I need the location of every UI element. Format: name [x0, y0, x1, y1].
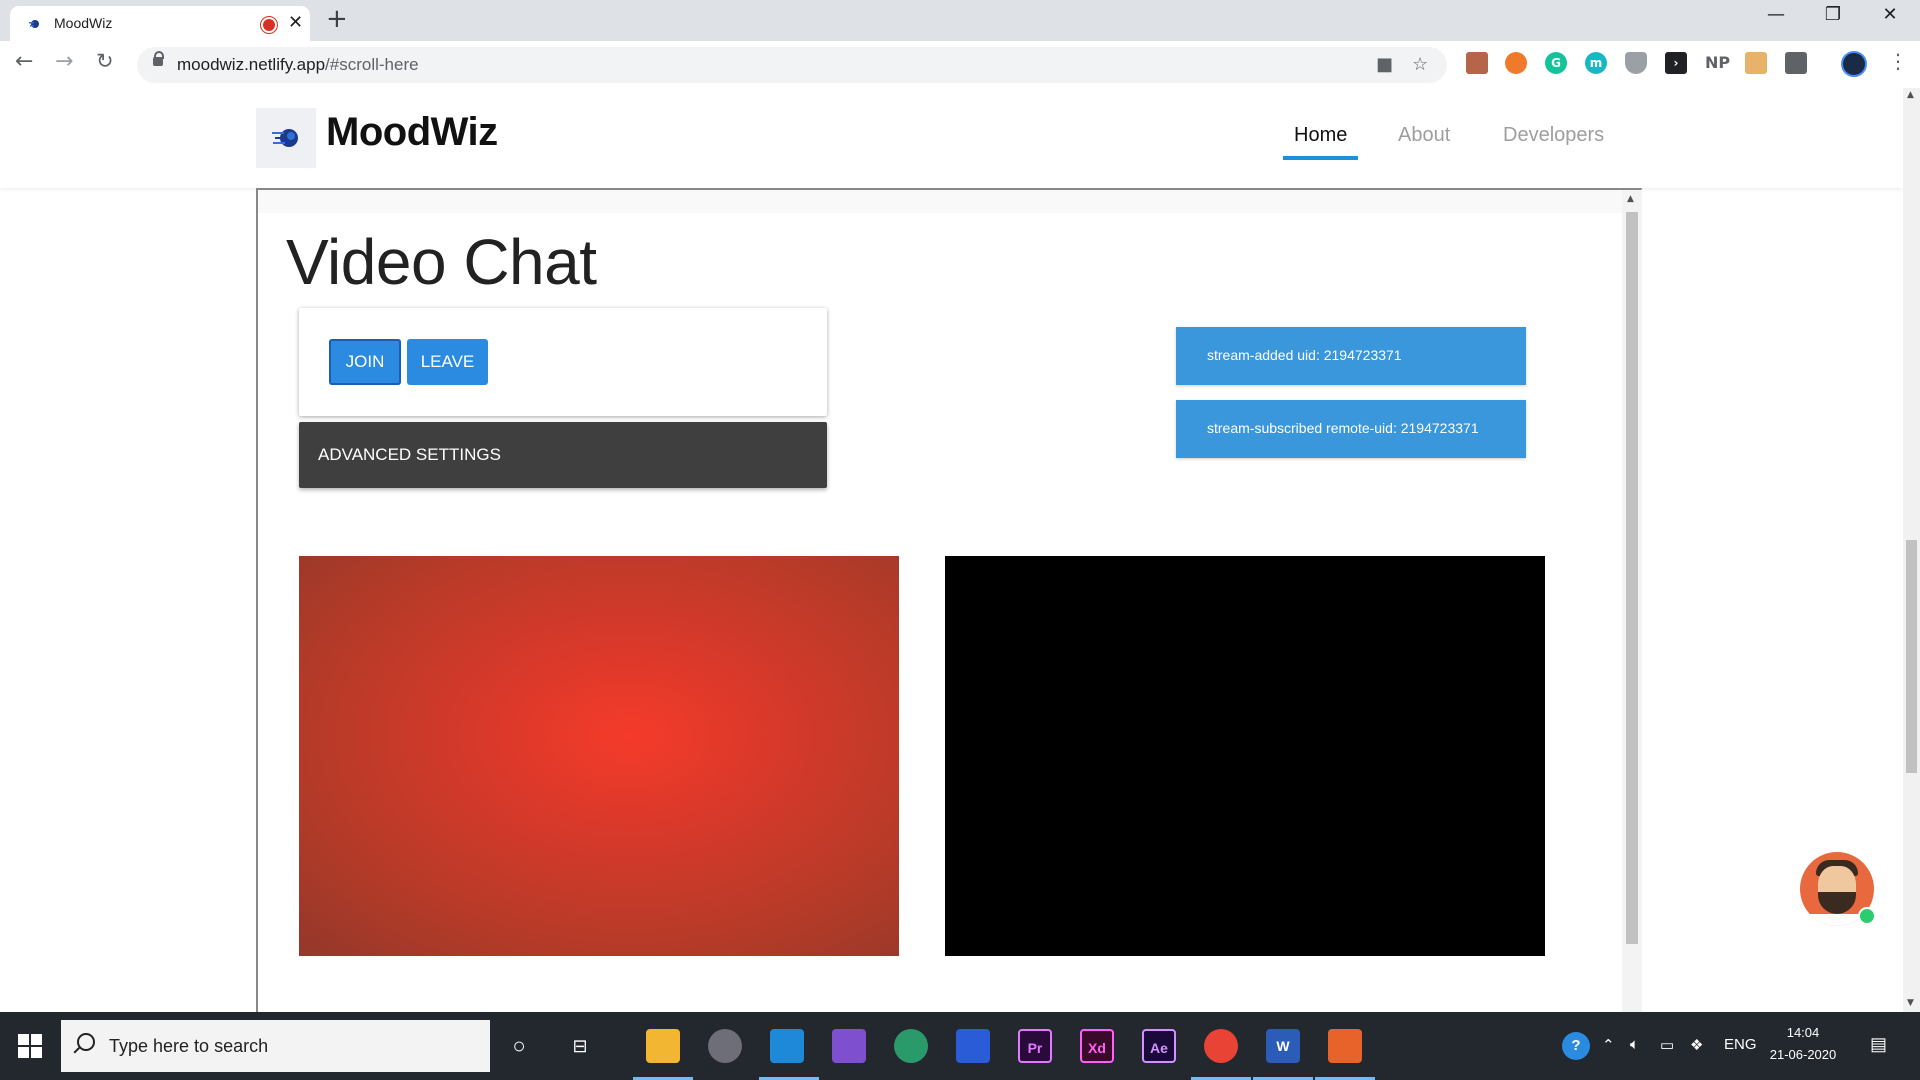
reload-icon[interactable]: ↻: [96, 49, 114, 73]
nav-home[interactable]: Home: [1294, 124, 1347, 147]
controls-card: JOIN LEAVE: [299, 308, 827, 416]
close-window-button[interactable]: ✕: [1860, 4, 1920, 25]
remote-video-stream: [945, 556, 1545, 956]
grammarly-icon[interactable]: G: [1545, 52, 1567, 74]
clock-time: 14:04: [1786, 1025, 1820, 1040]
url-path: /#scroll-here: [325, 55, 419, 74]
forward-icon[interactable]: →: [55, 49, 73, 74]
battery-icon[interactable]: ▭: [1660, 1036, 1674, 1054]
search-placeholder: Type here to search: [109, 1036, 269, 1056]
address-bar[interactable]: moodwiz.netlify.app/#scroll-here ■ ☆: [137, 47, 1447, 83]
browser-tab-bar: MoodWiz ✕ + — ❐ ✕: [0, 0, 1920, 41]
new-tab-icon[interactable]: +: [326, 4, 348, 34]
pdf-extension-icon[interactable]: [1466, 52, 1488, 74]
page-scrollbar[interactable]: ▲ ▼: [1903, 88, 1920, 1012]
word-icon[interactable]: W: [1266, 1029, 1300, 1063]
brand-name[interactable]: MoodWiz: [326, 110, 498, 155]
moodwiz-favicon-icon: [29, 20, 39, 28]
restore-button[interactable]: ❐: [1803, 4, 1863, 25]
join-button[interactable]: JOIN: [329, 339, 401, 385]
language-indicator[interactable]: ENG: [1724, 1036, 1757, 1053]
shield-icon[interactable]: [1625, 52, 1647, 74]
github-desktop-icon[interactable]: [708, 1029, 742, 1063]
page-scrollbar-thumb[interactable]: [1906, 540, 1917, 773]
extension-orange-icon[interactable]: [1505, 52, 1527, 74]
advanced-settings-label: ADVANCED SETTINGS: [318, 445, 501, 464]
browser-tab[interactable]: MoodWiz ✕: [10, 6, 310, 41]
tab-close-icon[interactable]: ✕: [288, 12, 303, 33]
taskbar-search-box[interactable]: Type here to search: [61, 1020, 490, 1072]
terminal-icon[interactable]: ›: [1665, 52, 1687, 74]
extension-face-icon[interactable]: [1745, 52, 1767, 74]
intellij-icon[interactable]: [956, 1029, 990, 1063]
notification-toast: stream-subscribed remote-uid: 2194723371: [1176, 400, 1526, 458]
premiere-pro-icon[interactable]: Pr: [1018, 1029, 1052, 1063]
obs-icon[interactable]: [1328, 1029, 1362, 1063]
tray-expand-icon[interactable]: ⌃: [1602, 1036, 1615, 1054]
video-chat-frame: Video Chat JOIN LEAVE ADVANCED SETTINGS …: [256, 188, 1642, 1012]
camera-icon[interactable]: ■: [1376, 54, 1393, 75]
volume-icon[interactable]: 🔈︎: [1630, 1036, 1639, 1053]
cortana-icon[interactable]: ○: [502, 1029, 536, 1063]
notification-text: stream-subscribed remote-uid: 2194723371: [1207, 420, 1479, 436]
vscode-icon[interactable]: [770, 1029, 804, 1063]
adobe-xd-icon[interactable]: Xd: [1080, 1029, 1114, 1063]
frame-scrollbar-thumb[interactable]: [1626, 212, 1638, 944]
gitkraken-icon[interactable]: [894, 1029, 928, 1063]
page-viewport: MoodWiz Home About Developers Video Chat…: [0, 88, 1903, 1012]
scroll-up-arrow-icon[interactable]: ▲: [1627, 194, 1634, 204]
recording-indicator-icon: [263, 19, 275, 31]
leave-button[interactable]: LEAVE: [407, 339, 488, 385]
extension-tool-icon[interactable]: [1785, 52, 1807, 74]
local-video-stream: [299, 556, 899, 956]
notification-text: stream-added uid: 2194723371: [1207, 347, 1402, 363]
search-icon: [77, 1033, 95, 1051]
back-icon[interactable]: ←: [15, 49, 33, 74]
task-view-icon[interactable]: ⊟: [563, 1029, 597, 1063]
site-header: MoodWiz Home About Developers: [0, 88, 1903, 188]
lock-icon: [153, 51, 164, 66]
page-scroll-down-icon[interactable]: ▼: [1907, 998, 1914, 1008]
online-status-icon: [1858, 907, 1876, 925]
nav-developers[interactable]: Developers: [1503, 124, 1604, 147]
page-title: Video Chat: [286, 226, 597, 298]
frame-scrollbar[interactable]: ▲: [1622, 190, 1642, 1012]
chrome-icon[interactable]: [1204, 1029, 1238, 1063]
dropbox-icon[interactable]: ❖: [1690, 1036, 1703, 1054]
moodwiz-logo[interactable]: [256, 108, 316, 168]
tab-title: MoodWiz: [54, 15, 113, 31]
logo-icon: [272, 129, 298, 147]
profile-avatar[interactable]: [1841, 51, 1867, 77]
extension-m-icon[interactable]: m: [1585, 52, 1607, 74]
clock[interactable]: 14:04 21-06-2020: [1768, 1022, 1838, 1066]
nav-active-underline: [1283, 156, 1358, 160]
extension-np-icon[interactable]: NP: [1705, 53, 1730, 72]
notification-toast: stream-added uid: 2194723371: [1176, 327, 1526, 385]
windows-start-icon[interactable]: [18, 1034, 42, 1058]
clock-date: 21-06-2020: [1769, 1047, 1837, 1062]
frame-top-shade: [258, 190, 1622, 213]
advanced-settings-panel[interactable]: ADVANCED SETTINGS: [299, 422, 827, 488]
avatar-shirt: [1810, 914, 1864, 926]
bookmark-star-icon[interactable]: ☆: [1412, 54, 1428, 75]
minimize-button[interactable]: —: [1746, 4, 1806, 25]
visual-studio-icon[interactable]: [832, 1029, 866, 1063]
url-text[interactable]: moodwiz.netlify.app/#scroll-here: [177, 55, 419, 75]
url-host: moodwiz.netlify.app: [177, 55, 326, 74]
notification-center-icon[interactable]: ▤: [1870, 1034, 1887, 1055]
help-icon[interactable]: ?: [1562, 1032, 1590, 1060]
file-explorer-icon[interactable]: [646, 1029, 680, 1063]
nav-about[interactable]: About: [1398, 124, 1450, 147]
avatar-beard: [1818, 892, 1856, 914]
after-effects-icon[interactable]: Ae: [1142, 1029, 1176, 1063]
windows-taskbar: Type here to search ○ ⊟ Pr Xd Ae W ? ⌃ 🔈…: [0, 1012, 1920, 1080]
page-scroll-up-icon[interactable]: ▲: [1907, 90, 1914, 100]
browser-toolbar: ← → ↻ moodwiz.netlify.app/#scroll-here ■…: [0, 41, 1920, 89]
browser-menu-icon[interactable]: ⋮: [1888, 49, 1908, 73]
